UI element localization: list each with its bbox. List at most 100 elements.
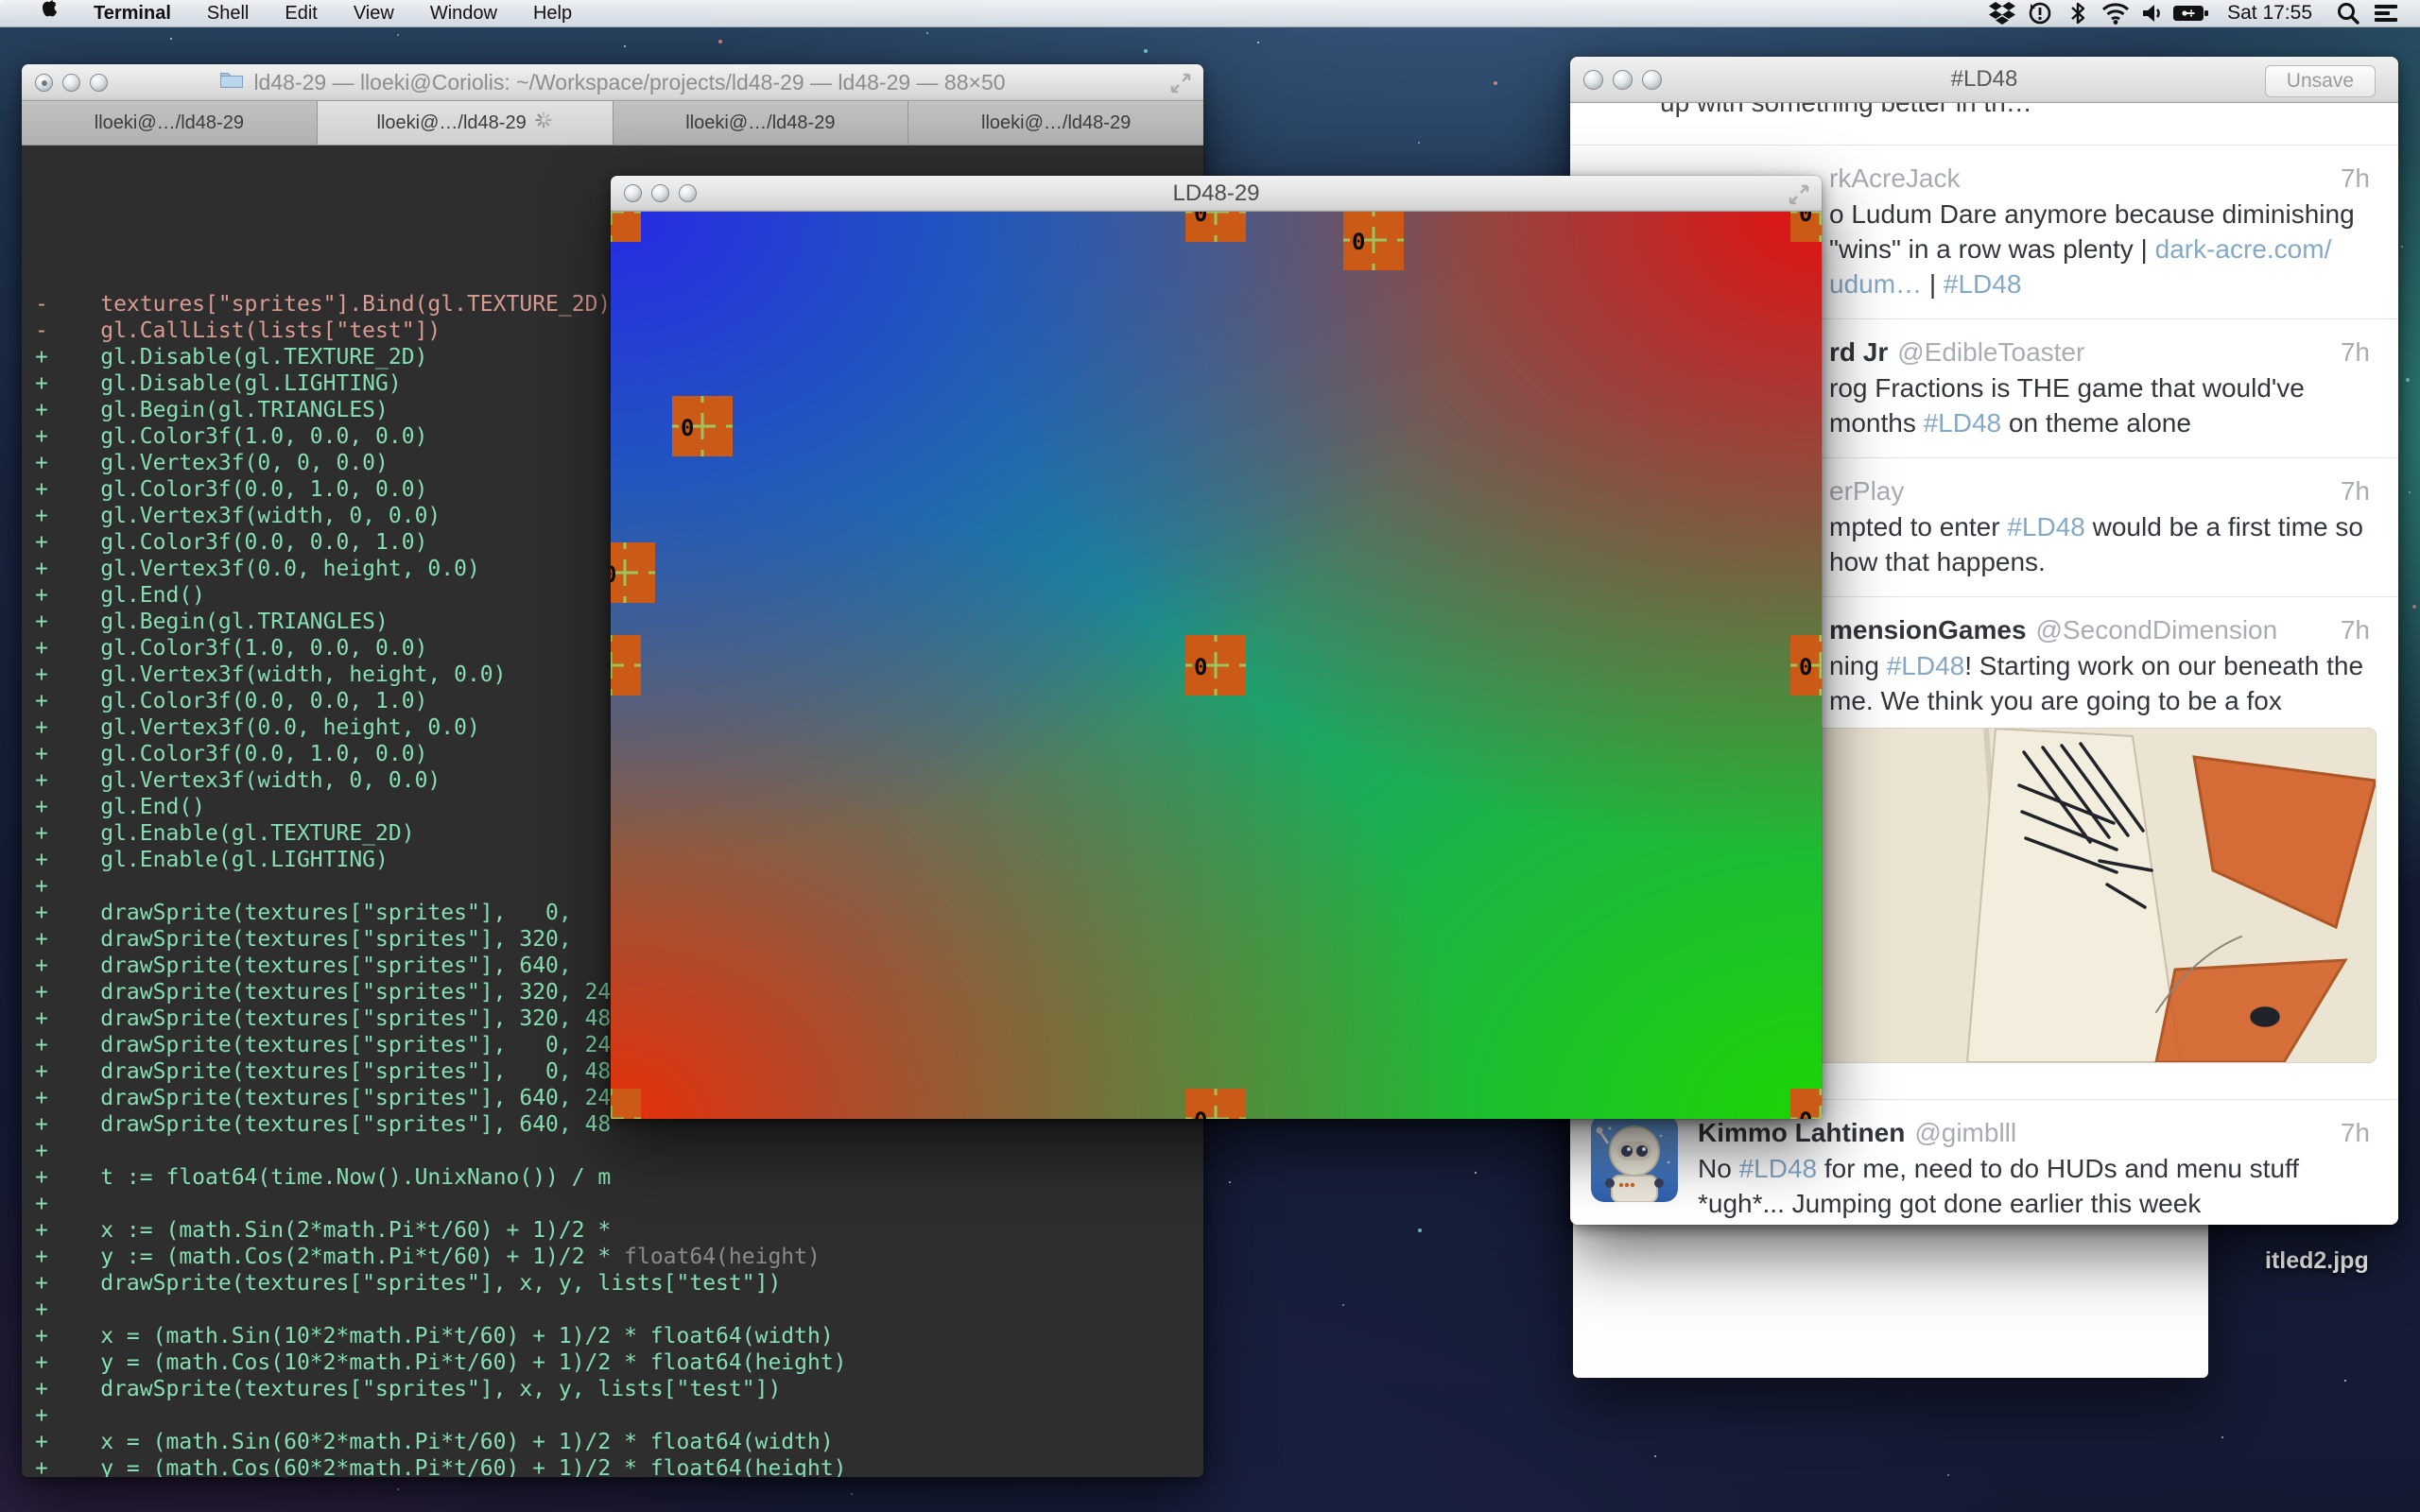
close-button[interactable] <box>35 74 53 92</box>
tweet-timestamp: 7h <box>2341 473 2370 509</box>
tweet-link[interactable]: #LD48 <box>1739 1154 1818 1183</box>
game-sprite: 0 <box>1790 1089 1822 1119</box>
partial-tweet[interactable]: up with something better in th… <box>1570 103 2398 145</box>
tweet-header: erPlay <box>1829 473 2370 509</box>
terminal-line: + y = (math.Cos(10*2*math.Pi*t/60) + 1)/… <box>35 1349 1203 1376</box>
terminal-tab-bar: lloeki@…/ld48-29 lloeki@…/ld48-29 lloeki@…… <box>22 101 1203 146</box>
tweet-author-handle[interactable]: @SecondDimension <box>2036 615 2278 644</box>
time-machine-icon[interactable] <box>2021 0 2059 26</box>
avatar[interactable] <box>1591 1115 1678 1202</box>
terminal-tab-1[interactable]: lloeki@…/ld48-29 <box>22 101 318 145</box>
game-sprite: 0 <box>611 1089 641 1119</box>
zoom-button[interactable] <box>90 74 108 92</box>
game-sprite: 0 <box>672 396 733 456</box>
minimize-button[interactable] <box>651 184 669 202</box>
terminal-tab-2[interactable]: lloeki@…/ld48-29 <box>318 101 614 145</box>
tweet-text: ! Starting work on our beneath the <box>1964 651 2363 680</box>
tweet-timestamp: 7h <box>2341 1115 2370 1151</box>
volume-icon[interactable] <box>2135 0 2172 26</box>
folder-proxy-icon <box>219 69 244 95</box>
game-sprite: 0 <box>611 542 655 603</box>
terminal-line: + y := (math.Cos(2*math.Pi*t/60) + 1)/2 … <box>35 1244 1203 1270</box>
menu-item-view[interactable]: View <box>336 0 412 26</box>
tweet-author-handle[interactable]: rkAcreJack <box>1829 163 1960 193</box>
spotlight-icon[interactable] <box>2329 0 2367 26</box>
tweet-author-name[interactable]: rd Jr <box>1829 337 1888 367</box>
tweet-text: | <box>1929 269 1944 299</box>
tweet-link[interactable]: #LD48 <box>2007 512 2085 541</box>
bluetooth-icon[interactable] <box>2059 0 2097 26</box>
opengl-titlebar[interactable]: LD48-29 <box>611 176 1822 212</box>
terminal-line: + t := float64(time.Now().UnixNano()) / … <box>35 1164 1203 1191</box>
sprite-counter: 0 <box>1799 656 1812 679</box>
desktop-file-label[interactable]: itled2.jpg <box>2265 1247 2369 1275</box>
terminal-tab-4[interactable]: lloeki@…/ld48-29 <box>908 101 1203 145</box>
sprite-counter: 0 <box>1194 1109 1207 1119</box>
zoom-button[interactable] <box>1642 70 1662 90</box>
terminal-line: + drawSprite(textures["sprites"], x, y, … <box>35 1270 1203 1297</box>
twitter-titlebar[interactable]: #LD48 Unsave <box>1570 57 2398 103</box>
tweet-text: o Ludum Dare anymore because diminishing <box>1829 199 2355 229</box>
sprite-counter: 0 <box>1194 212 1207 225</box>
tweet-timestamp: 7h <box>2341 161 2370 197</box>
sprite-counter: 0 <box>1799 212 1812 225</box>
menu-item-shell[interactable]: Shell <box>189 0 267 26</box>
menu-item-terminal[interactable]: Terminal <box>76 0 189 26</box>
tweet-link[interactable]: #LD48 <box>1887 651 1965 680</box>
tweet-text-line: *ugh*... Jumping got done earlier this w… <box>1698 1186 2370 1221</box>
tab-label: lloeki@…/ld48-29 <box>685 112 835 134</box>
menu-item-help[interactable]: Help <box>515 0 590 26</box>
tweet-author-handle[interactable]: erPlay <box>1829 476 1904 506</box>
game-sprite: 0 <box>1343 212 1404 270</box>
dropbox-icon[interactable] <box>1983 0 2021 26</box>
opengl-window: LD48-29 000000000000 <box>611 176 1822 1119</box>
tweet-text: for me, need to do HUDs and menu stuff <box>1817 1154 2299 1183</box>
tab-label: lloeki@…/ld48-29 <box>377 112 527 134</box>
menu-clock[interactable]: Sat 17:55 <box>2218 2 2322 25</box>
tweet-author-name[interactable]: Kimmo Lahtinen <box>1698 1118 1905 1147</box>
tweet-text: on theme alone <box>2001 408 2191 438</box>
terminal-titlebar[interactable]: ld48-29 — lloeki@Coriolis: ~/Workspace/p… <box>22 64 1203 101</box>
menu-item-window[interactable]: Window <box>412 0 515 26</box>
fullscreen-arrows-icon[interactable] <box>1788 183 1810 211</box>
terminal-line: + <box>35 1138 1203 1164</box>
tweet-text-line: me. We think you are going to be a fox <box>1829 683 2370 718</box>
terminal-line: + <box>35 1191 1203 1217</box>
notification-center-icon[interactable] <box>2367 0 2405 26</box>
battery-icon[interactable] <box>2172 0 2210 26</box>
unsave-button[interactable]: Unsave <box>2265 65 2376 97</box>
zoom-button[interactable] <box>679 184 697 202</box>
close-button[interactable] <box>1583 70 1603 90</box>
sprite-crosshair-icon <box>611 635 641 696</box>
tweet-text: "wins" in a row was plenty | <box>1829 234 2155 264</box>
fullscreen-arrows-icon[interactable] <box>1169 72 1192 99</box>
partial-tweet-text: up with something better in th… <box>1660 103 2032 118</box>
game-sprite: 0 <box>1185 1089 1246 1119</box>
close-button[interactable] <box>624 184 642 202</box>
tweet-link[interactable]: udum… <box>1829 269 1929 299</box>
tweet-text-line: o Ludum Dare anymore because diminishing <box>1829 197 2370 232</box>
tweet-header: rkAcreJack <box>1829 161 2370 197</box>
terminal-window-title: ld48-29 — lloeki@Coriolis: ~/Workspace/p… <box>253 70 1005 95</box>
tweet-header: mensionGames @SecondDimension <box>1829 612 2370 648</box>
tweet-link[interactable]: #LD48 <box>1924 408 2002 438</box>
tab-label: lloeki@…/ld48-29 <box>981 112 1131 134</box>
tweet-author-handle[interactable]: @gimblll <box>1914 1118 2016 1147</box>
menu-item-edit[interactable]: Edit <box>267 0 335 26</box>
apple-menu[interactable] <box>21 0 76 26</box>
minimize-button[interactable] <box>1613 70 1633 90</box>
tweet-link[interactable]: dark-acre.com/ <box>2155 234 2332 264</box>
wifi-icon[interactable] <box>2097 0 2135 26</box>
document-edited-dot <box>42 80 47 86</box>
tweet-text: how that happens. <box>1829 547 2046 576</box>
game-sprite: 0 <box>611 212 641 242</box>
tweet-author-handle[interactable]: @EdibleToaster <box>1897 337 2084 367</box>
tweet-timestamp: 7h <box>2341 335 2370 370</box>
sprite-counter: 0 <box>1194 656 1207 679</box>
minimize-button[interactable] <box>62 74 80 92</box>
tweet-link[interactable]: #LD48 <box>1944 269 2022 299</box>
tweet-author-name[interactable]: mensionGames <box>1829 615 2027 644</box>
tweet-header: rd Jr @EdibleToaster <box>1829 335 2370 370</box>
terminal-line: + x := (math.Sin(2*math.Pi*t/60) + 1)/2 … <box>35 1217 1203 1244</box>
terminal-tab-3[interactable]: lloeki@…/ld48-29 <box>614 101 909 145</box>
